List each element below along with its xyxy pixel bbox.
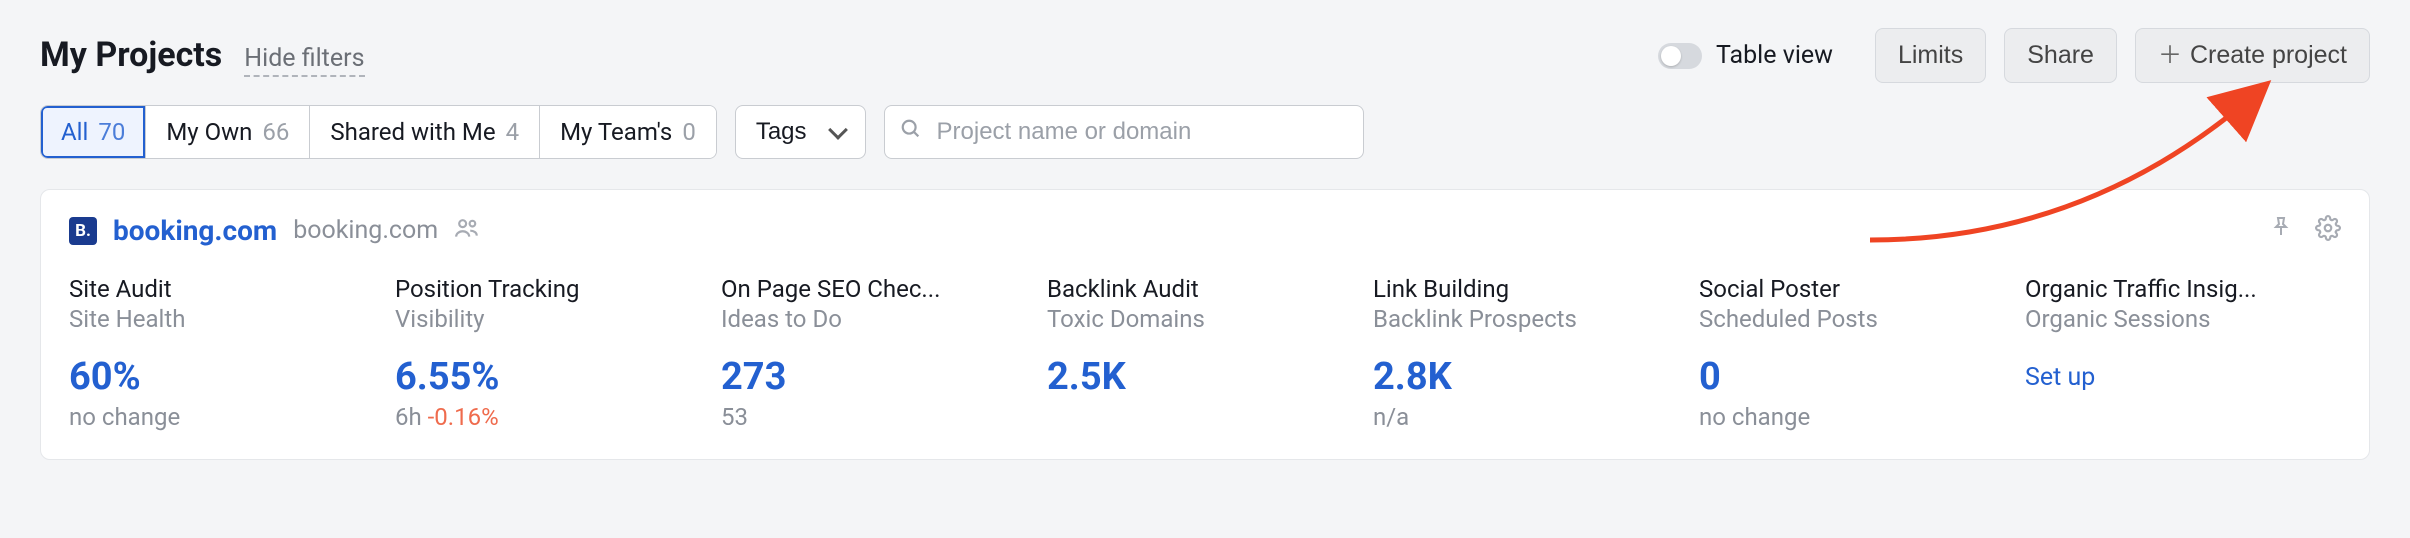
filter-tab-shared[interactable]: Shared with Me 4 xyxy=(310,106,540,158)
people-icon[interactable] xyxy=(454,215,480,247)
hide-filters-link[interactable]: Hide filters xyxy=(244,44,364,77)
pin-icon[interactable] xyxy=(2269,215,2293,247)
metric-subtitle: Visibility xyxy=(395,305,711,333)
filter-tab-team[interactable]: My Team's 0 xyxy=(540,106,716,158)
filter-tab-count: 66 xyxy=(262,118,289,146)
filter-tabs: All 70 My Own 66 Shared with Me 4 My Tea… xyxy=(40,105,717,159)
metric-value: 6.55% xyxy=(395,355,711,399)
plus-icon: ＋ xyxy=(2158,44,2182,68)
metric-value: 273 xyxy=(721,355,1037,399)
filter-tab-all[interactable]: All 70 xyxy=(41,106,146,158)
metric-social-poster[interactable]: Social Poster Scheduled Posts 0 no chang… xyxy=(1699,275,2015,431)
filter-tab-count: 4 xyxy=(506,118,520,146)
metric-link-building[interactable]: Link Building Backlink Prospects 2.8K n/… xyxy=(1373,275,1689,431)
metric-change: no change xyxy=(1699,403,2015,431)
metric-change: n/a xyxy=(1373,403,1689,431)
project-domain: booking.com xyxy=(293,216,438,245)
table-view-label: Table view xyxy=(1716,41,1833,70)
filter-tab-count: 70 xyxy=(98,118,125,146)
setup-link[interactable]: Set up xyxy=(2025,363,2095,392)
metric-change: 53 xyxy=(721,403,1037,431)
project-card: B. booking.com booking.com Site Audit Si… xyxy=(40,189,2370,460)
metric-change: no change xyxy=(69,403,385,431)
filter-tab-label: All xyxy=(61,118,88,146)
metric-position-tracking[interactable]: Position Tracking Visibility 6.55% 6h -0… xyxy=(395,275,711,431)
project-name-link[interactable]: booking.com xyxy=(113,214,277,247)
metric-onpage-seo[interactable]: On Page SEO Chec... Ideas to Do 273 53 xyxy=(721,275,1037,431)
metric-value: 0 xyxy=(1699,355,2015,399)
metric-title: Site Audit xyxy=(69,275,385,303)
metric-title: Position Tracking xyxy=(395,275,711,303)
tags-dropdown[interactable]: Tags xyxy=(735,105,866,159)
filter-tab-count: 0 xyxy=(682,118,696,146)
metric-organic-traffic[interactable]: Organic Traffic Insig... Organic Session… xyxy=(2025,275,2341,431)
create-project-label: Create project xyxy=(2190,41,2347,70)
limits-button[interactable]: Limits xyxy=(1875,28,1986,83)
metric-subtitle: Backlink Prospects xyxy=(1373,305,1689,333)
metric-title: Organic Traffic Insig... xyxy=(2025,275,2341,303)
metric-subtitle: Scheduled Posts xyxy=(1699,305,2015,333)
share-button[interactable]: Share xyxy=(2004,28,2117,83)
metric-site-audit[interactable]: Site Audit Site Health 60% no change xyxy=(69,275,385,431)
tags-label: Tags xyxy=(756,118,807,146)
filter-tab-label: My Team's xyxy=(560,118,672,146)
metric-subtitle: Organic Sessions xyxy=(2025,305,2341,333)
metric-value: 2.5K xyxy=(1047,355,1363,399)
table-view-toggle[interactable] xyxy=(1658,43,1702,69)
filter-tab-label: Shared with Me xyxy=(330,118,495,146)
metric-title: Link Building xyxy=(1373,275,1689,303)
gear-icon[interactable] xyxy=(2315,215,2341,247)
metric-title: Backlink Audit xyxy=(1047,275,1363,303)
metric-subtitle: Toxic Domains xyxy=(1047,305,1363,333)
filter-tab-label: My Own xyxy=(166,118,252,146)
project-favicon: B. xyxy=(69,217,97,245)
search-icon xyxy=(900,118,922,146)
create-project-button[interactable]: ＋ Create project xyxy=(2135,28,2370,83)
chevron-down-icon xyxy=(828,120,848,140)
metric-value: 2.8K xyxy=(1373,355,1689,399)
metric-backlink-audit[interactable]: Backlink Audit Toxic Domains 2.5K xyxy=(1047,275,1363,431)
metric-title: Social Poster xyxy=(1699,275,2015,303)
metric-subtitle: Ideas to Do xyxy=(721,305,1037,333)
search-input[interactable] xyxy=(884,105,1364,159)
metric-value: 60% xyxy=(69,355,385,399)
metric-change: 6h -0.16% xyxy=(395,403,711,431)
page-title: My Projects xyxy=(40,35,222,75)
metric-title: On Page SEO Chec... xyxy=(721,275,1037,303)
metric-subtitle: Site Health xyxy=(69,305,385,333)
filter-tab-my-own[interactable]: My Own 66 xyxy=(146,106,310,158)
